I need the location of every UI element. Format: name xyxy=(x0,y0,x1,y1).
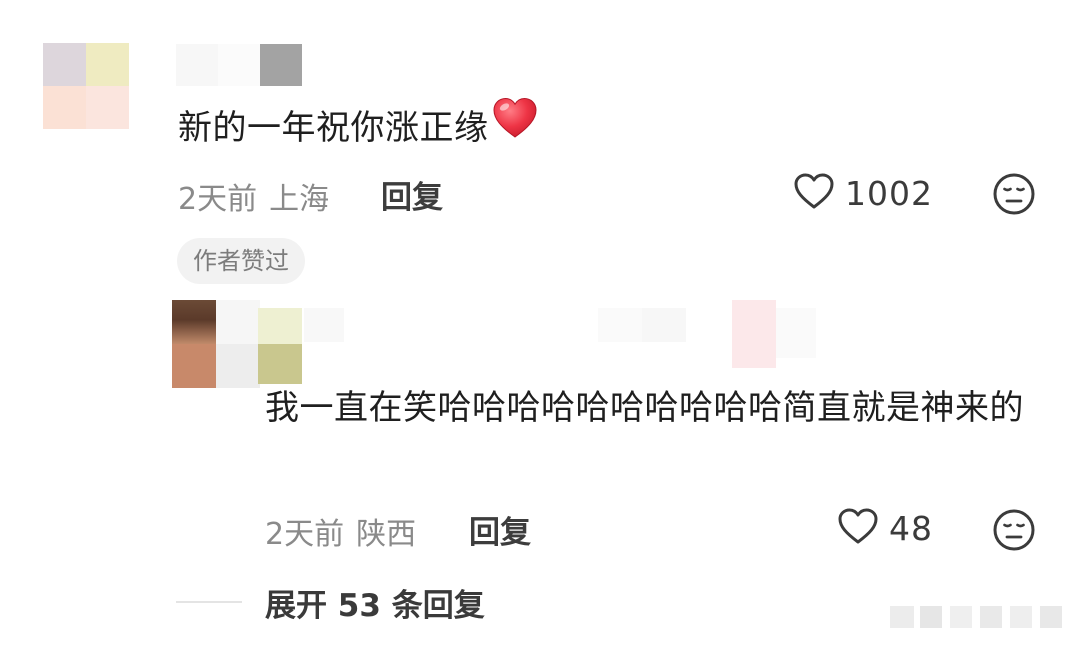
comment-text-content: 新的一年祝你涨正缘 xyxy=(178,108,489,148)
reply-button[interactable]: 回复 xyxy=(381,172,443,217)
neutral-face-icon[interactable] xyxy=(992,172,1036,216)
comment-meta: 2天前 陕西 xyxy=(265,509,416,553)
comment-location: 上海 xyxy=(269,182,330,217)
heart-outline-icon xyxy=(837,507,879,549)
like-button[interactable]: 1002 xyxy=(793,172,933,214)
like-count: 1002 xyxy=(845,173,933,213)
heart-outline-icon xyxy=(793,172,835,214)
expand-replies-button[interactable]: 展开 53 条回复 xyxy=(265,580,485,625)
comment-location: 陕西 xyxy=(356,517,417,552)
username-blur[interactable] xyxy=(258,300,818,386)
comment-text: 我一直在笑哈哈哈哈哈哈哈哈哈哈简直就是神来的 xyxy=(265,388,1024,428)
avatar[interactable] xyxy=(172,300,260,388)
watermark xyxy=(880,598,1070,634)
like-count: 48 xyxy=(889,508,933,548)
expand-divider xyxy=(176,601,242,603)
avatar[interactable] xyxy=(43,43,129,129)
like-button[interactable]: 48 xyxy=(837,507,933,549)
comment-time: 2天前 xyxy=(178,182,258,217)
comment-text: 新的一年祝你涨正缘 xyxy=(178,97,539,157)
neutral-face-icon[interactable] xyxy=(992,508,1036,552)
comment-meta: 2天前 上海 xyxy=(178,174,329,218)
reply-button[interactable]: 回复 xyxy=(469,507,531,552)
comment-time: 2天前 xyxy=(265,517,345,552)
red-heart-icon xyxy=(491,96,539,157)
username-blur[interactable] xyxy=(176,44,306,86)
author-liked-badge: 作者赞过 xyxy=(177,238,305,284)
